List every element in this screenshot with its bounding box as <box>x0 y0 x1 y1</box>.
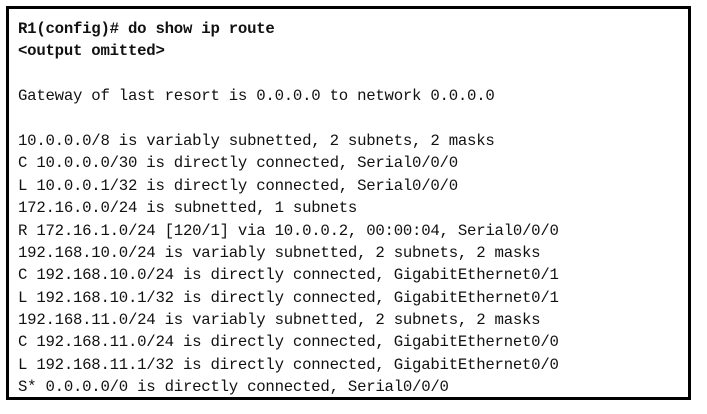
route-table-line: L 192.168.11.1/32 is directly connected,… <box>18 355 559 374</box>
gateway-of-last-resort-line: Gateway of last resort is 0.0.0.0 to net… <box>18 87 495 106</box>
route-table-line: C 192.168.11.0/24 is directly connected,… <box>18 333 559 352</box>
output-omitted-line: <output omitted> <box>18 42 165 61</box>
command-line: R1(config)# do show ip route <box>18 20 275 38</box>
route-table-line: C 10.0.0.0/30 is directly connected, Ser… <box>18 154 458 173</box>
terminal-output-box: R1(config)# do show ip route <output omi… <box>6 6 691 400</box>
route-table-line: L 10.0.0.1/32 is directly connected, Ser… <box>18 176 458 195</box>
route-table-line: 192.168.11.0/24 is variably subnetted, 2… <box>18 311 541 330</box>
route-table-line: 10.0.0.0/8 is variably subnetted, 2 subn… <box>18 131 495 150</box>
route-table-line: 192.168.10.0/24 is variably subnetted, 2… <box>18 243 541 262</box>
route-table-line: 172.16.0.0/24 is subnetted, 1 subnets <box>18 199 358 218</box>
route-table-line: R 172.16.1.0/24 [120/1] via 10.0.0.2, 00… <box>18 221 559 240</box>
route-table-line: C 192.168.10.0/24 is directly connected,… <box>18 266 559 285</box>
route-table-line: L 192.168.10.1/32 is directly connected,… <box>18 288 559 307</box>
route-table-line: S* 0.0.0.0/0 is directly connected, Seri… <box>18 378 449 397</box>
